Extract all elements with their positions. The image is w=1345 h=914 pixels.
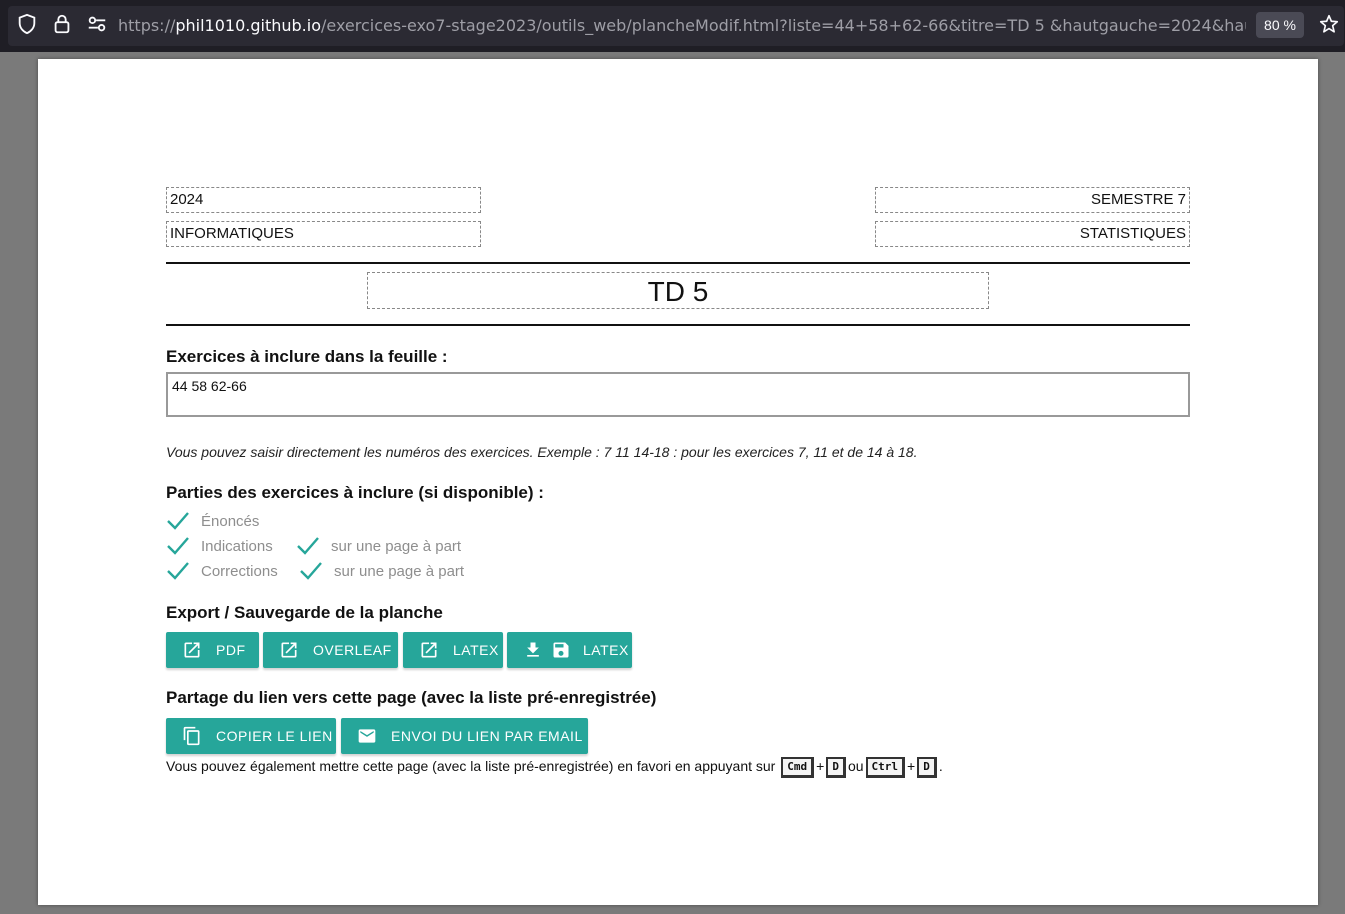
checkmark-icon: [300, 562, 322, 580]
plus-sign: +: [816, 758, 825, 775]
checkbox-corrections-separate-label: sur une page à part: [334, 562, 465, 580]
lock-icon[interactable]: [51, 13, 73, 35]
export-pdf-label: PDF: [216, 642, 246, 658]
parts-label: Parties des exercices à inclure (si disp…: [166, 483, 544, 502]
download-icon: [527, 642, 539, 657]
key-ctrl: Ctrl: [865, 757, 906, 778]
key-d: D: [826, 757, 846, 778]
checkmark-icon: [297, 537, 319, 555]
save-icon: [553, 642, 569, 658]
open-in-new-icon: [281, 642, 297, 658]
export-latex-button[interactable]: LaTeX: [403, 632, 503, 668]
download-latex-label: LaTeX: [583, 642, 629, 658]
permissions-icon[interactable]: [86, 13, 108, 35]
bookmark-note-text: Vous pouvez également mettre cette page …: [166, 758, 776, 775]
url-text[interactable]: https://phil1010.github.io/exercices-exo…: [118, 16, 1246, 35]
download-latex-button[interactable]: LaTeX: [507, 632, 632, 668]
export-overleaf-label: Overleaf: [313, 642, 392, 658]
shield-icon[interactable]: [16, 13, 38, 35]
checkmark-icon: [167, 562, 189, 580]
browser-toolbar: https://phil1010.github.io/exercices-exo…: [0, 0, 1345, 52]
period: .: [938, 758, 943, 775]
checkbox-hints[interactable]: Indications: [166, 535, 273, 557]
title-bottom-rule: [166, 324, 1190, 326]
copy-icon: [183, 726, 200, 746]
export-latex-label: LaTeX: [453, 642, 499, 658]
checkbox-hints-separate[interactable]: sur une page à part: [296, 535, 461, 557]
zoom-level-badge[interactable]: 80 %: [1256, 12, 1304, 38]
bookmark-note: Vous pouvez également mettre cette page …: [166, 757, 943, 778]
checkmark-icon: [167, 512, 189, 530]
checkbox-hints-separate-label: sur une page à part: [331, 537, 462, 555]
open-in-new-icon: [184, 642, 200, 658]
checkbox-corrections-label: Corrections: [201, 562, 278, 580]
header-top-right-field[interactable]: SEMESTRE 7: [875, 187, 1190, 213]
title-top-rule: [166, 262, 1190, 264]
share-label: Partage du lien vers cette page (avec la…: [166, 688, 657, 707]
header-top-left-field[interactable]: 2024: [166, 187, 481, 213]
checkmark-icon: [167, 537, 189, 555]
export-overleaf-button[interactable]: Overleaf: [263, 632, 398, 668]
header-bottom-right-field[interactable]: STATISTIQUES: [875, 221, 1190, 247]
email-link-button[interactable]: Envoi du lien par email: [341, 718, 588, 754]
page-sheet: 2024 SEMESTRE 7 INFORMATIQUES STATISTIQU…: [38, 59, 1318, 905]
open-in-new-icon: [421, 642, 437, 658]
export-label: Export / Sauvegarde de la planche: [166, 603, 443, 622]
plus-sign: +: [907, 758, 916, 775]
checkbox-statements[interactable]: Énoncés: [166, 510, 259, 532]
email-icon: [358, 729, 376, 743]
checkbox-statements-label: Énoncés: [201, 512, 260, 530]
bookmark-star-icon[interactable]: [1318, 13, 1340, 35]
checkbox-hints-label: Indications: [201, 537, 273, 555]
checkbox-corrections[interactable]: Corrections: [166, 560, 278, 582]
checkbox-corrections-separate[interactable]: sur une page à part: [299, 560, 464, 582]
export-pdf-button[interactable]: PDF: [166, 632, 259, 668]
header-bottom-left-field[interactable]: INFORMATIQUES: [166, 221, 481, 247]
copy-link-label: Copier le lien: [216, 728, 333, 744]
exercises-hint: Vous pouvez saisir directement les numér…: [166, 444, 918, 460]
page-content: 2024 SEMESTRE 7 INFORMATIQUES STATISTIQU…: [166, 59, 1190, 905]
or-text: ou: [847, 758, 864, 775]
exercises-label: Exercices à inclure dans la feuille :: [166, 347, 448, 366]
key-d: D: [917, 757, 937, 778]
key-cmd: Cmd: [781, 757, 815, 778]
exercise-list-input[interactable]: 44 58 62-66: [166, 372, 1190, 417]
email-link-label: Envoi du lien par email: [391, 728, 583, 744]
sheet-title-field[interactable]: TD 5: [367, 272, 989, 309]
copy-link-button[interactable]: Copier le lien: [166, 718, 336, 754]
